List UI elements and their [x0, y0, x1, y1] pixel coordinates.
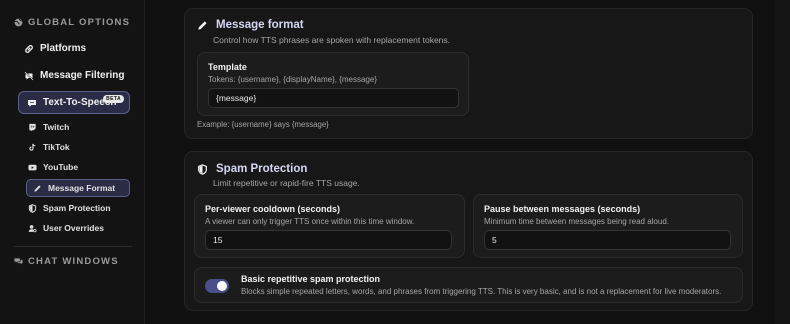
youtube-icon: [28, 164, 37, 170]
cooldown-input[interactable]: 15: [205, 230, 452, 250]
sidebar-item-platforms[interactable]: Platforms: [24, 43, 86, 54]
template-example: Example: {username} says {message}: [197, 120, 329, 129]
sidebar-item-tts[interactable]: Text-To-Speech BETA: [18, 91, 130, 114]
sidebar-subitem-user-overrides[interactable]: User Overrides: [28, 223, 104, 233]
sidebar-item-message-filtering[interactable]: Message Filtering: [24, 70, 124, 81]
chat-bubbles-icon: [14, 258, 23, 265]
basic-spam-toggle[interactable]: [205, 279, 229, 293]
spam-protection-title: Spam Protection: [197, 163, 307, 175]
template-tokens: Tokens: {username}, {displayName}, {mess…: [208, 75, 377, 84]
link-icon: [25, 44, 33, 53]
sidebar-divider: [14, 246, 132, 247]
message-format-subtitle: Control how TTS phrases are spoken with …: [213, 35, 451, 45]
cooldown-card: Per-viewer cooldown (seconds) A viewer c…: [194, 194, 465, 258]
beta-badge: BETA: [103, 95, 124, 103]
sidebar: GLOBAL OPTIONS Platforms Message Filteri…: [0, 0, 145, 324]
scroll-gutter: [775, 0, 790, 324]
chat-off-icon: [24, 71, 34, 80]
pause-input[interactable]: 5: [484, 230, 731, 250]
cooldown-description: A viewer can only trigger TTS once withi…: [205, 217, 415, 226]
sidebar-subitem-message-format[interactable]: Message Format: [26, 179, 130, 197]
toggle-knob: [217, 281, 227, 291]
globe-icon: [14, 18, 23, 27]
basic-spam-card: Basic repetitive spam protection Blocks …: [194, 267, 743, 303]
cooldown-label: Per-viewer cooldown (seconds): [205, 204, 341, 214]
shield-icon: [198, 163, 207, 175]
pause-description: Minimum time between messages being read…: [484, 217, 669, 226]
basic-spam-description: Blocks simple repeated letters, words, a…: [241, 287, 722, 296]
sidebar-subitem-spam-protection[interactable]: Spam Protection: [28, 203, 111, 213]
pencil-icon: [34, 184, 41, 192]
chat-windows-header[interactable]: CHAT WINDOWS: [14, 256, 119, 267]
message-format-panel: Message format Control how TTS phrases a…: [184, 8, 753, 139]
spam-protection-subtitle: Limit repetitive or rapid-fire TTS usage…: [213, 178, 360, 188]
template-label: Template: [208, 62, 247, 72]
pencil-icon: [198, 20, 207, 30]
sidebar-subitem-youtube[interactable]: YouTube: [28, 162, 78, 172]
sidebar-subitem-tiktok[interactable]: TikTok: [28, 142, 70, 152]
template-input[interactable]: {message}: [208, 88, 459, 108]
speech-bubble-icon: [28, 99, 36, 107]
message-format-title: Message format: [197, 19, 304, 31]
tiktok-icon: [29, 143, 36, 151]
global-options-header: GLOBAL OPTIONS: [14, 17, 130, 28]
shield-icon: [28, 203, 37, 213]
pause-label: Pause between messages (seconds): [484, 204, 641, 214]
basic-spam-label: Basic repetitive spam protection: [241, 274, 381, 284]
user-gear-icon: [28, 224, 37, 232]
twitch-icon: [29, 123, 36, 131]
sidebar-subitem-twitch[interactable]: Twitch: [28, 122, 69, 132]
spam-protection-panel: Spam Protection Limit repetitive or rapi…: [184, 151, 753, 311]
pause-card: Pause between messages (seconds) Minimum…: [473, 194, 743, 258]
template-card: Template Tokens: {username}, {displayNam…: [197, 52, 469, 116]
